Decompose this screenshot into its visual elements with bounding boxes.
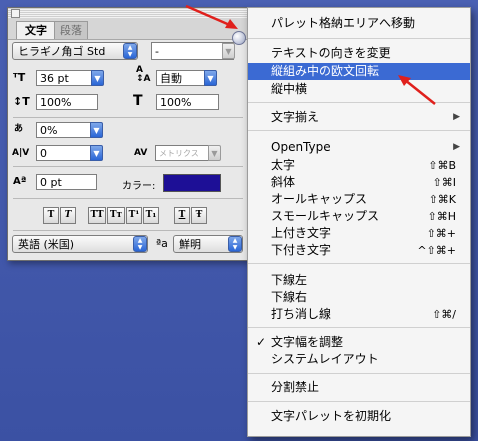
font-size-field[interactable]: 36 pt xyxy=(36,70,98,86)
close-box[interactable] xyxy=(11,9,20,18)
menu-separator xyxy=(248,327,470,328)
tracking-dropdown[interactable]: ▼ xyxy=(208,145,221,161)
tsume-dropdown[interactable]: ▼ xyxy=(90,122,103,138)
kerning-icon: A|V xyxy=(12,148,30,158)
divider xyxy=(13,198,243,199)
antialias-icon: ªa xyxy=(156,237,168,250)
font-style-dropdown[interactable]: ▼ xyxy=(222,43,235,59)
color-swatch[interactable] xyxy=(163,174,221,192)
menu-item-fractional-widths[interactable]: ✓ 文字幅を調整 xyxy=(248,334,470,351)
kerning-field[interactable]: 0 xyxy=(36,145,96,161)
strikethrough-button[interactable]: Ŧ xyxy=(191,207,207,224)
antialias-arrows[interactable]: ▲ ▼ xyxy=(228,236,242,252)
language-select[interactable]: 英語 (米国) xyxy=(12,235,148,253)
annotation-arrow-to-menu-button-icon xyxy=(185,4,238,29)
menu-separator xyxy=(248,263,470,264)
subscript-button[interactable]: T₁ xyxy=(143,207,159,224)
checkmark-icon: ✓ xyxy=(256,335,267,349)
vertical-scale-field[interactable]: 100% xyxy=(36,94,98,110)
menu-separator xyxy=(248,130,470,131)
tracking-icon: AV xyxy=(134,148,148,158)
vertical-scale-icon: ↕T xyxy=(13,95,30,108)
small-caps-button[interactable]: Tт xyxy=(107,207,125,224)
menu-item-change-text-orientation[interactable]: テキストの向きを変更 xyxy=(248,45,470,62)
font-size-dropdown[interactable]: ▼ xyxy=(91,70,104,86)
menu-separator xyxy=(248,401,470,402)
submenu-arrow-icon: ▶ xyxy=(453,142,460,152)
tab-character[interactable]: 文字 xyxy=(16,21,56,39)
menu-item-strikethrough[interactable]: 打ち消し線 ⇧⌘/ xyxy=(248,306,470,323)
divider xyxy=(13,166,243,167)
divider xyxy=(13,117,243,118)
menu-item-underline-right[interactable]: 下線右 xyxy=(248,289,470,306)
baseline-shift-icon: Aª xyxy=(13,176,27,187)
menu-item-opentype[interactable]: OpenType ▶ xyxy=(248,139,470,156)
menu-item-subscript[interactable]: 下付き文字 ^⇧⌘+ xyxy=(248,242,470,259)
superscript-button[interactable]: T¹ xyxy=(126,207,142,224)
faux-bold-button[interactable]: T xyxy=(43,207,59,224)
all-caps-button[interactable]: TT xyxy=(88,207,106,224)
font-size-icon: ᵀT xyxy=(13,71,26,84)
menu-item-faux-italic[interactable]: 斜体 ⇧⌘I xyxy=(248,174,470,191)
horizontal-scale-icon: T xyxy=(133,93,143,109)
kerning-dropdown[interactable]: ▼ xyxy=(90,145,103,161)
menu-item-small-caps[interactable]: スモールキャップス ⇧⌘H xyxy=(248,208,470,225)
character-palette: 文字 段落 ヒラギノ角ゴ Std ▲ ▼ - ▼ ᵀT 36 pt ▼ A ↕A 自… xyxy=(7,7,249,261)
menu-item-no-break[interactable]: 分割禁止 xyxy=(248,379,470,396)
font-family-arrows[interactable]: ▲ ▼ xyxy=(123,43,137,59)
tab-paragraph[interactable]: 段落 xyxy=(54,21,88,39)
tsume-icon: あ xyxy=(14,124,24,134)
baseline-shift-field[interactable]: 0 pt xyxy=(36,174,97,190)
menu-item-faux-bold[interactable]: 太字 ⇧⌘B xyxy=(248,157,470,174)
font-family-select[interactable]: ヒラギノ角ゴ Std xyxy=(12,42,138,60)
tsume-field[interactable]: 0% xyxy=(36,122,96,138)
submenu-arrow-icon: ▶ xyxy=(453,112,460,122)
underline-button[interactable]: T xyxy=(174,207,190,224)
annotation-arrow-to-menu-item-icon xyxy=(398,75,436,105)
leading-dropdown[interactable]: ▼ xyxy=(204,70,217,86)
menu-item-all-caps[interactable]: オールキャップス ⇧⌘K xyxy=(248,191,470,208)
menu-item-system-layout[interactable]: システムレイアウト xyxy=(248,351,470,368)
menu-separator xyxy=(248,38,470,39)
divider xyxy=(13,230,243,231)
faux-italic-button[interactable]: T xyxy=(60,207,76,224)
language-arrows[interactable]: ▲ ▼ xyxy=(133,236,147,252)
menu-item-superscript[interactable]: 上付き文字 ⇧⌘+ xyxy=(248,225,470,242)
leading-icon: A ↕A xyxy=(136,65,151,84)
menu-item-move-to-palette-well[interactable]: パレット格納エリアへ移動 xyxy=(248,15,470,32)
menu-item-underline-left[interactable]: 下線左 xyxy=(248,272,470,289)
menu-item-reset-character[interactable]: 文字パレットを初期化 xyxy=(248,408,470,425)
color-label: カラー: xyxy=(122,181,156,192)
menu-separator xyxy=(248,373,470,374)
horizontal-scale-field[interactable]: 100% xyxy=(156,94,219,110)
